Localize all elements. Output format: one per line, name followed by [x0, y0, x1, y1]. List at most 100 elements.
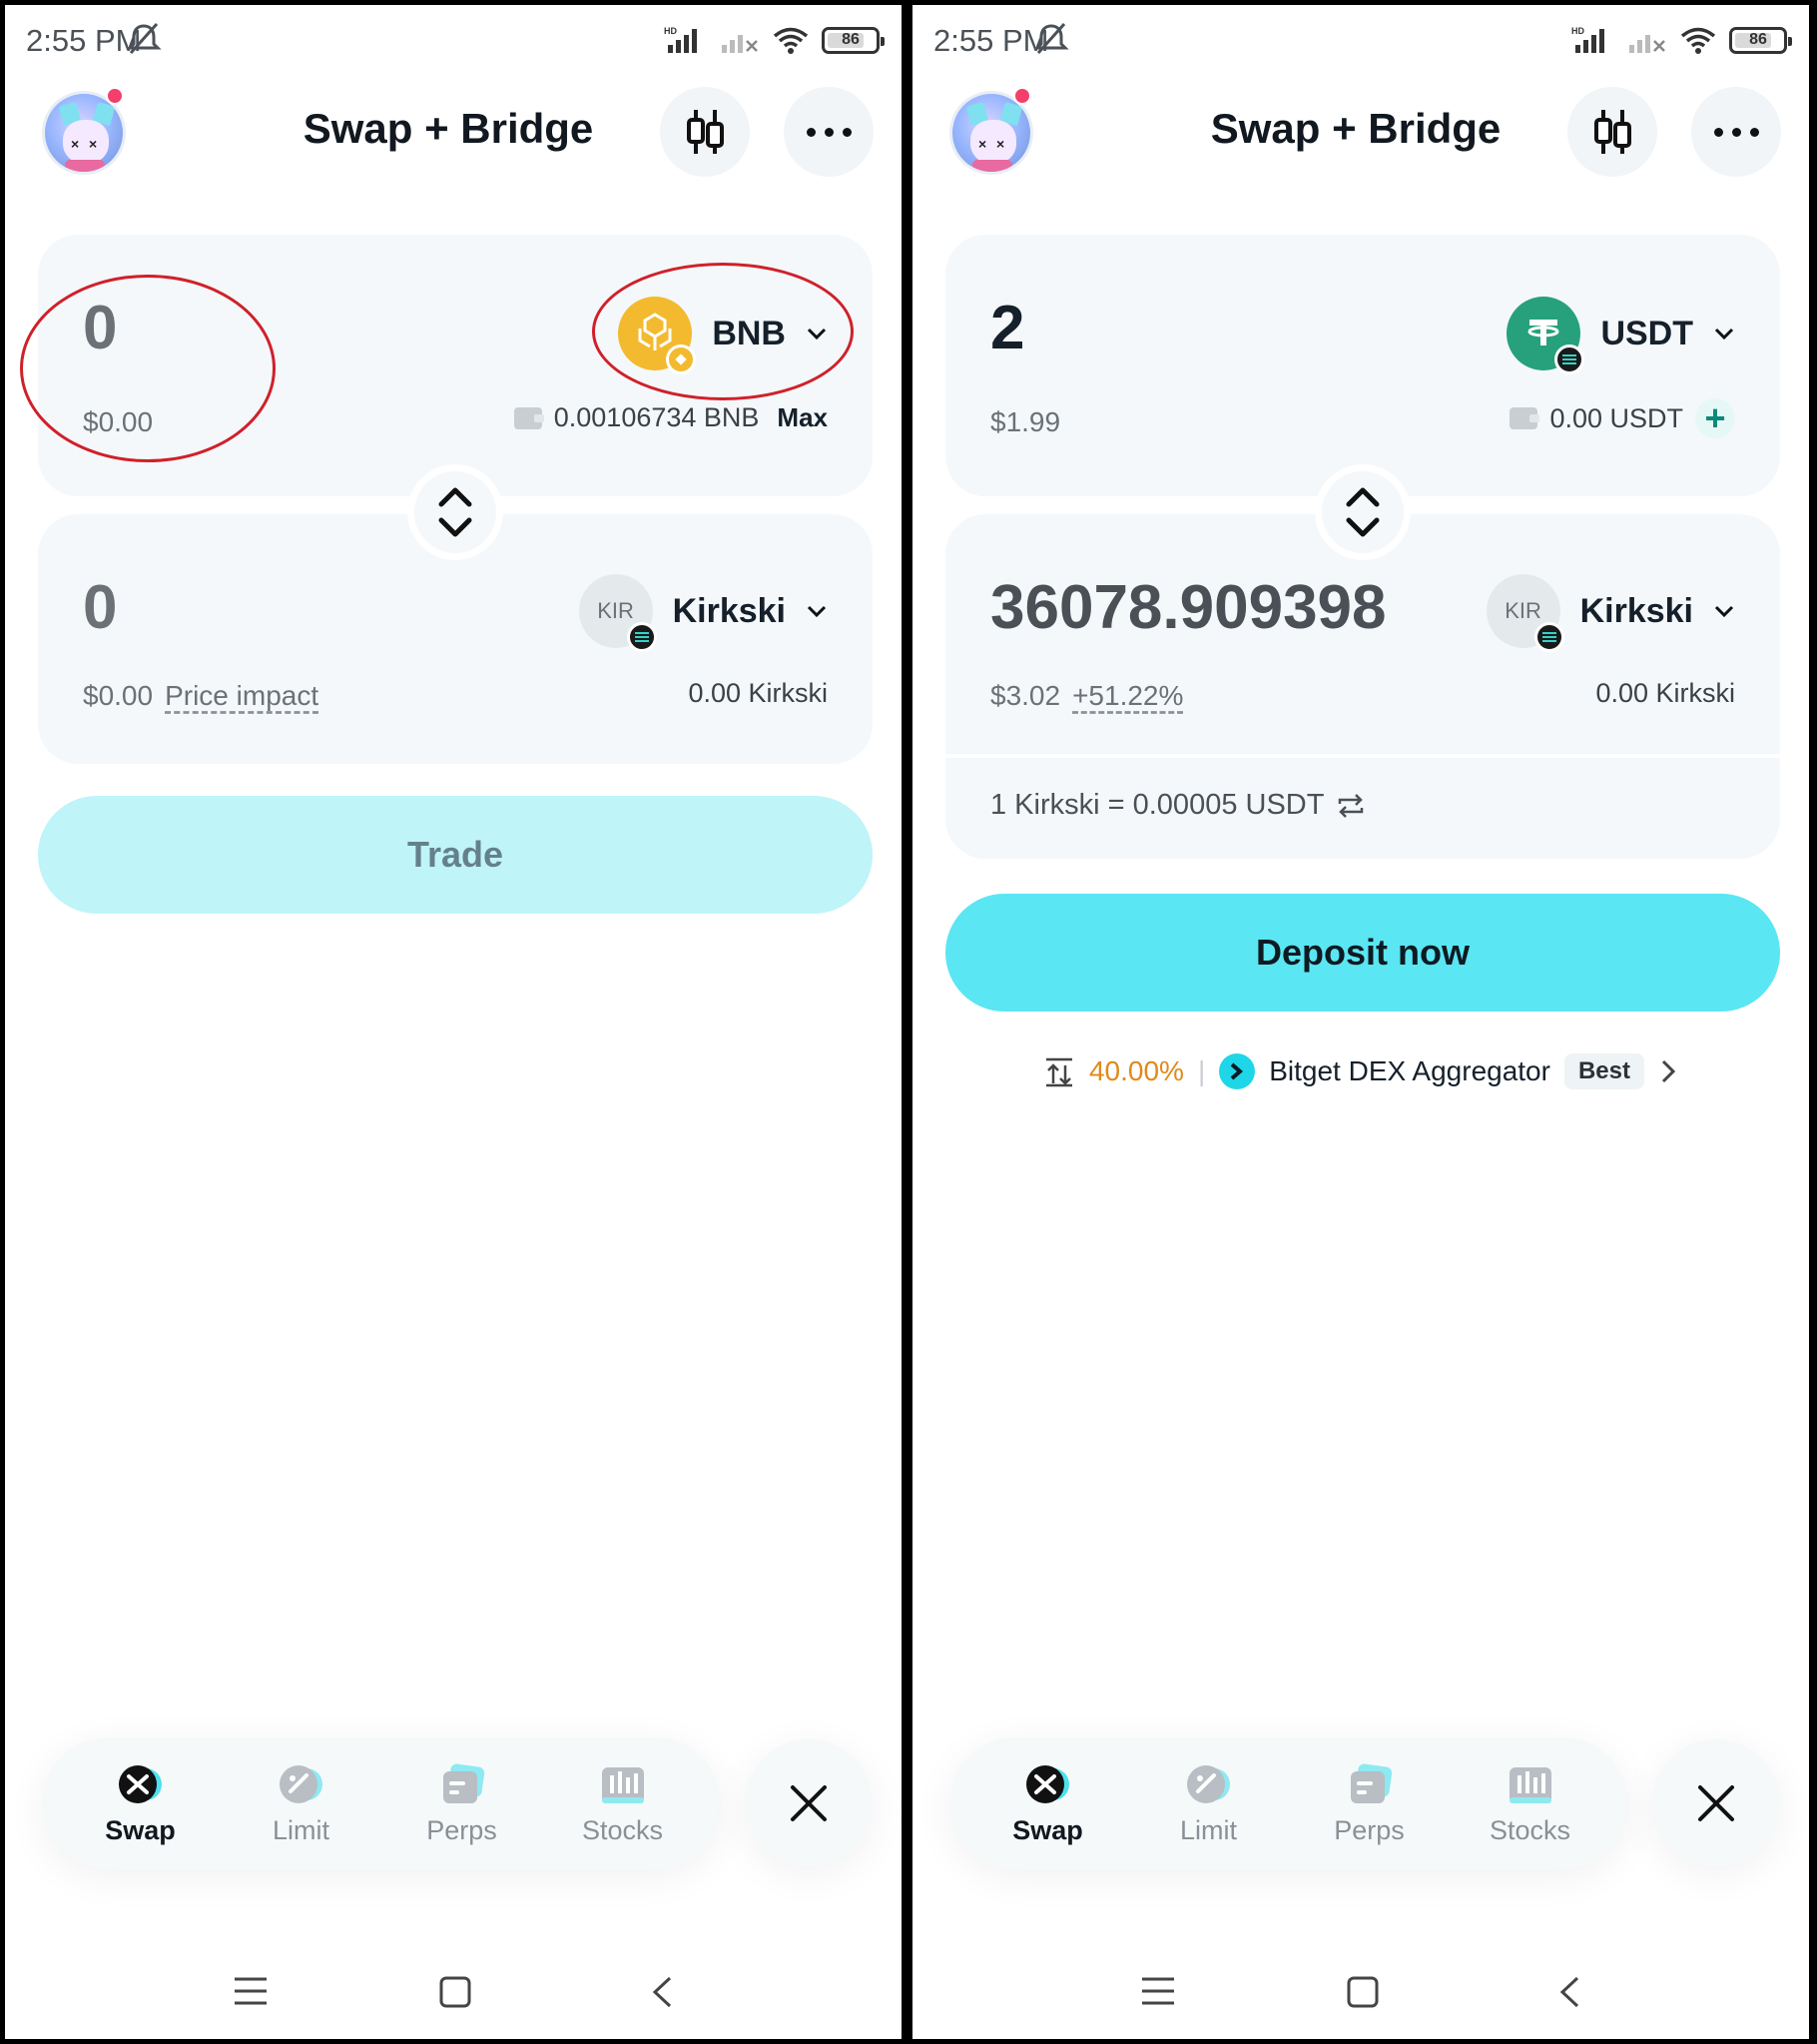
to-usd-value: $3.02 — [990, 680, 1061, 711]
back-icon[interactable] — [650, 1975, 674, 2014]
from-amount-input[interactable]: 2 — [990, 293, 1024, 363]
nav-stocks[interactable]: Stocks — [1461, 1761, 1600, 1846]
header: × × Swap + Bridge — [5, 83, 902, 179]
more-button[interactable] — [1691, 87, 1781, 177]
battery-icon: 86 — [1729, 26, 1792, 54]
close-button[interactable] — [1652, 1739, 1780, 1867]
wallet-icon — [1510, 407, 1540, 429]
battery-level: 86 — [1749, 31, 1767, 48]
from-balance: 0.00106734 BNB Max — [513, 402, 828, 433]
refresh-rate-icon — [1339, 793, 1364, 818]
perps-nav-icon — [1345, 1761, 1395, 1807]
limit-nav-icon — [277, 1761, 326, 1807]
to-balance: 0.00 Kirkski — [688, 678, 828, 708]
nav-perps-label: Perps — [1334, 1814, 1405, 1845]
from-amount-input[interactable]: 0 — [83, 293, 117, 363]
candlestick-icon — [1594, 110, 1631, 154]
bitget-icon — [1219, 1053, 1256, 1089]
page-title: Swap + Bridge — [1210, 105, 1502, 152]
max-button[interactable]: Max — [777, 402, 828, 433]
chain-badge-icon — [666, 344, 697, 374]
slippage-icon — [1045, 1057, 1072, 1087]
nav-limit[interactable]: Limit — [232, 1761, 371, 1846]
nav-perps-label: Perps — [426, 1814, 497, 1845]
nav-limit-label: Limit — [272, 1814, 329, 1845]
home-icon[interactable] — [1346, 1975, 1380, 2014]
back-icon[interactable] — [1557, 1975, 1581, 2014]
from-balance-value: 0.00 USDT — [1549, 402, 1683, 433]
chevron-down-icon — [807, 605, 827, 618]
limit-nav-icon — [1184, 1761, 1234, 1807]
route-separator: | — [1197, 1055, 1206, 1086]
best-badge: Best — [1563, 1053, 1644, 1089]
exchange-rate-text: 1 Kirkski = 0.00005 USDT — [990, 789, 1325, 821]
swap-arrows-icon — [1346, 487, 1380, 537]
route-info[interactable]: 40.00% | Bitget DEX Aggregator Best — [912, 1053, 1809, 1089]
bottom-nav: Swap Limit Perps Stocks — [949, 1737, 1628, 1869]
from-balance: 0.00 USDT + — [1510, 398, 1735, 438]
to-usd-row: $3.02 +51.22% — [990, 680, 1183, 712]
kir-icon-text: KIR — [597, 598, 634, 623]
wifi-icon — [1680, 27, 1716, 54]
close-icon — [791, 1785, 827, 1821]
nav-limit[interactable]: Limit — [1139, 1761, 1279, 1846]
trade-button[interactable]: Trade — [38, 796, 873, 914]
from-card: 2 $1.99 USDT 0.00 USDT + — [945, 235, 1780, 496]
add-funds-button[interactable]: + — [1695, 398, 1735, 438]
nav-swap[interactable]: Swap — [71, 1761, 211, 1846]
to-usd-row: $0.00 Price impact — [83, 680, 318, 712]
status-icons: HD 86 — [1571, 23, 1792, 57]
from-usd-value: $0.00 — [83, 406, 154, 437]
price-impact-link[interactable]: +51.22% — [1072, 680, 1183, 711]
slippage-value: 40.00% — [1088, 1055, 1184, 1086]
to-token-name: Kirkski — [1579, 591, 1693, 630]
kir-icon-text: KIR — [1505, 598, 1541, 623]
swap-nav-icon — [1023, 1761, 1073, 1807]
nav-stocks[interactable]: Stocks — [553, 1761, 693, 1846]
nav-perps[interactable]: Perps — [1300, 1761, 1440, 1846]
solana-badge-icon — [626, 622, 657, 652]
to-amount: 0 — [83, 573, 118, 642]
mute-icon — [126, 22, 162, 55]
chevron-down-icon — [1714, 605, 1734, 618]
swap-direction-button[interactable] — [407, 464, 503, 560]
chevron-down-icon — [807, 328, 827, 341]
chart-button[interactable] — [660, 87, 750, 177]
battery-icon: 86 — [822, 26, 885, 54]
to-amount: 36078.909398 — [990, 573, 1387, 642]
signal-off-icon — [1629, 35, 1665, 53]
close-button[interactable] — [745, 1739, 873, 1867]
to-token-selector[interactable]: KIR Kirkski — [578, 574, 828, 652]
solana-badge-icon — [1533, 622, 1564, 652]
to-balance: 0.00 Kirkski — [1595, 678, 1735, 708]
home-icon[interactable] — [438, 1975, 472, 2014]
notification-dot — [1013, 87, 1031, 105]
wallet-icon — [513, 406, 544, 429]
bottom-nav: Swap Limit Perps Stocks — [42, 1737, 721, 1869]
right-screen: 2:55 PM HD 86 ×× Swap + Bridge 2 $1.99 — [912, 5, 1809, 2039]
chevron-down-icon — [1714, 328, 1734, 341]
nav-perps[interactable]: Perps — [392, 1761, 532, 1846]
exchange-rate[interactable]: 1 Kirkski = 0.00005 USDT — [990, 789, 1366, 822]
status-icons: HD 86 — [664, 23, 885, 57]
kirkski-token-icon: KIR — [1486, 574, 1564, 652]
from-token-name: USDT — [1600, 314, 1693, 352]
chevron-right-icon — [1661, 1059, 1676, 1083]
price-impact-link[interactable]: Price impact — [165, 680, 318, 711]
from-token-selector[interactable]: BNB — [618, 297, 828, 374]
to-token-selector[interactable]: KIR Kirkski — [1486, 574, 1735, 652]
nav-swap[interactable]: Swap — [978, 1761, 1118, 1846]
swap-direction-button[interactable] — [1315, 464, 1411, 560]
usdt-token-icon — [1507, 297, 1585, 374]
nav-swap-label: Swap — [105, 1814, 176, 1845]
more-button[interactable] — [784, 87, 874, 177]
menu-icon[interactable] — [1140, 1975, 1176, 2012]
swap-nav-icon — [116, 1761, 166, 1807]
deposit-now-button[interactable]: Deposit now — [945, 894, 1780, 1012]
nav-stocks-label: Stocks — [581, 1814, 664, 1845]
signal-icon: HD — [664, 26, 697, 53]
solana-badge-icon — [1554, 344, 1585, 374]
menu-icon[interactable] — [233, 1975, 269, 2012]
chart-button[interactable] — [1567, 87, 1657, 177]
from-token-selector[interactable]: USDT — [1507, 297, 1735, 374]
